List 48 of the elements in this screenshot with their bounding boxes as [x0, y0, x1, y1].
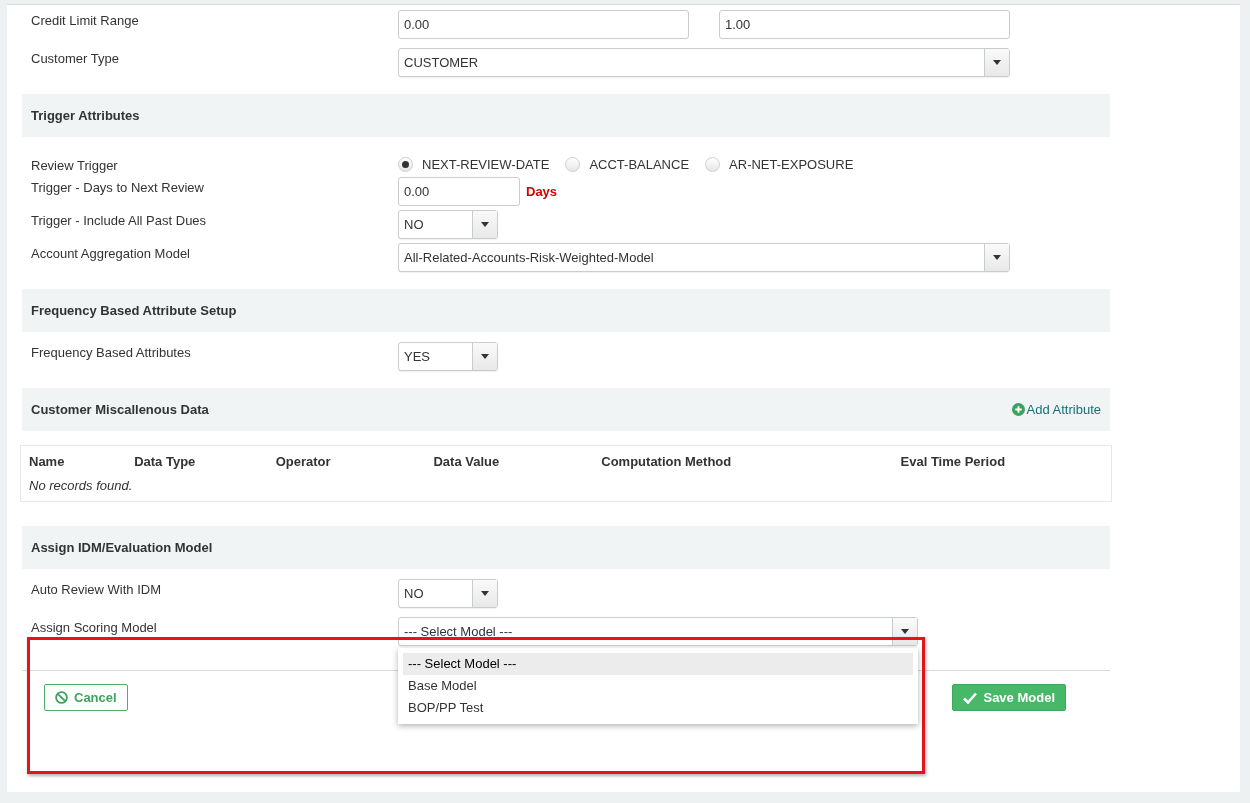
select-field[interactable]: NO — [398, 579, 498, 608]
input-field[interactable]: 0.00 — [398, 10, 689, 39]
column-header: Operator — [267, 445, 426, 473]
section-title: Customer Miscallenous Data — [31, 402, 209, 417]
field-label: Assign Scoring Model — [31, 619, 158, 635]
field-label: Auto Review With IDM — [31, 581, 163, 597]
plus-circle-icon — [1011, 403, 1025, 416]
check-icon — [963, 691, 978, 704]
dropdown-option[interactable]: Base Model — [403, 675, 913, 697]
cancel-icon — [55, 691, 68, 704]
field-label: Credit Limit Range — [31, 12, 140, 28]
section-title: Trigger Attributes — [31, 108, 140, 123]
caret-icon — [901, 629, 909, 634]
dropdown-option[interactable]: --- Select Model --- — [403, 653, 913, 675]
empty-message: No records found. — [20, 473, 1112, 502]
radio-button[interactable] — [705, 157, 721, 172]
caret-icon — [993, 255, 1001, 260]
field-label: Customer Type — [31, 50, 120, 66]
field-label: Frequency Based Attributes — [31, 344, 192, 360]
add-attribute-link[interactable]: Add Attribute — [1011, 402, 1101, 417]
radio-option[interactable]: ACCT-BALANCE — [565, 157, 690, 172]
column-header: Computation Method — [593, 445, 893, 473]
column-header: Eval Time Period — [892, 445, 1112, 473]
field-label: Review Trigger — [31, 157, 119, 173]
column-header: Data Value — [425, 445, 594, 473]
column-header: Name — [20, 445, 127, 473]
section-title: Assign IDM/Evaluation Model — [31, 540, 213, 555]
unit-label: Days — [526, 183, 558, 199]
caret-icon — [993, 60, 1001, 65]
dropdown-option[interactable]: BOP/PP Test — [403, 697, 913, 719]
select-field[interactable]: NO — [398, 210, 498, 239]
section-title: Frequency Based Attribute Setup — [31, 303, 237, 318]
select-field[interactable]: All-Related-Accounts-Risk-Weighted-Model — [398, 243, 1010, 272]
field-label: Account Aggregation Model — [31, 245, 191, 261]
radio-button[interactable] — [565, 157, 581, 172]
input-field[interactable]: 1.00 — [719, 10, 1010, 39]
column-header: Data Type — [126, 445, 268, 473]
input-field[interactable]: 0.00 — [398, 177, 520, 206]
caret-icon — [481, 222, 489, 227]
select-field[interactable]: CUSTOMER — [398, 48, 1010, 77]
radio-button[interactable] — [398, 157, 413, 172]
radio-option[interactable]: AR-NET-EXPOSURE — [705, 157, 854, 172]
select-field[interactable]: YES — [398, 342, 498, 371]
radio-option[interactable]: NEXT-REVIEW-DATE — [398, 157, 550, 172]
caret-icon — [481, 354, 489, 359]
field-label: Trigger - Include All Past Dues — [31, 212, 208, 228]
caret-icon — [481, 591, 489, 596]
field-label: Trigger - Days to Next Review — [31, 179, 205, 195]
